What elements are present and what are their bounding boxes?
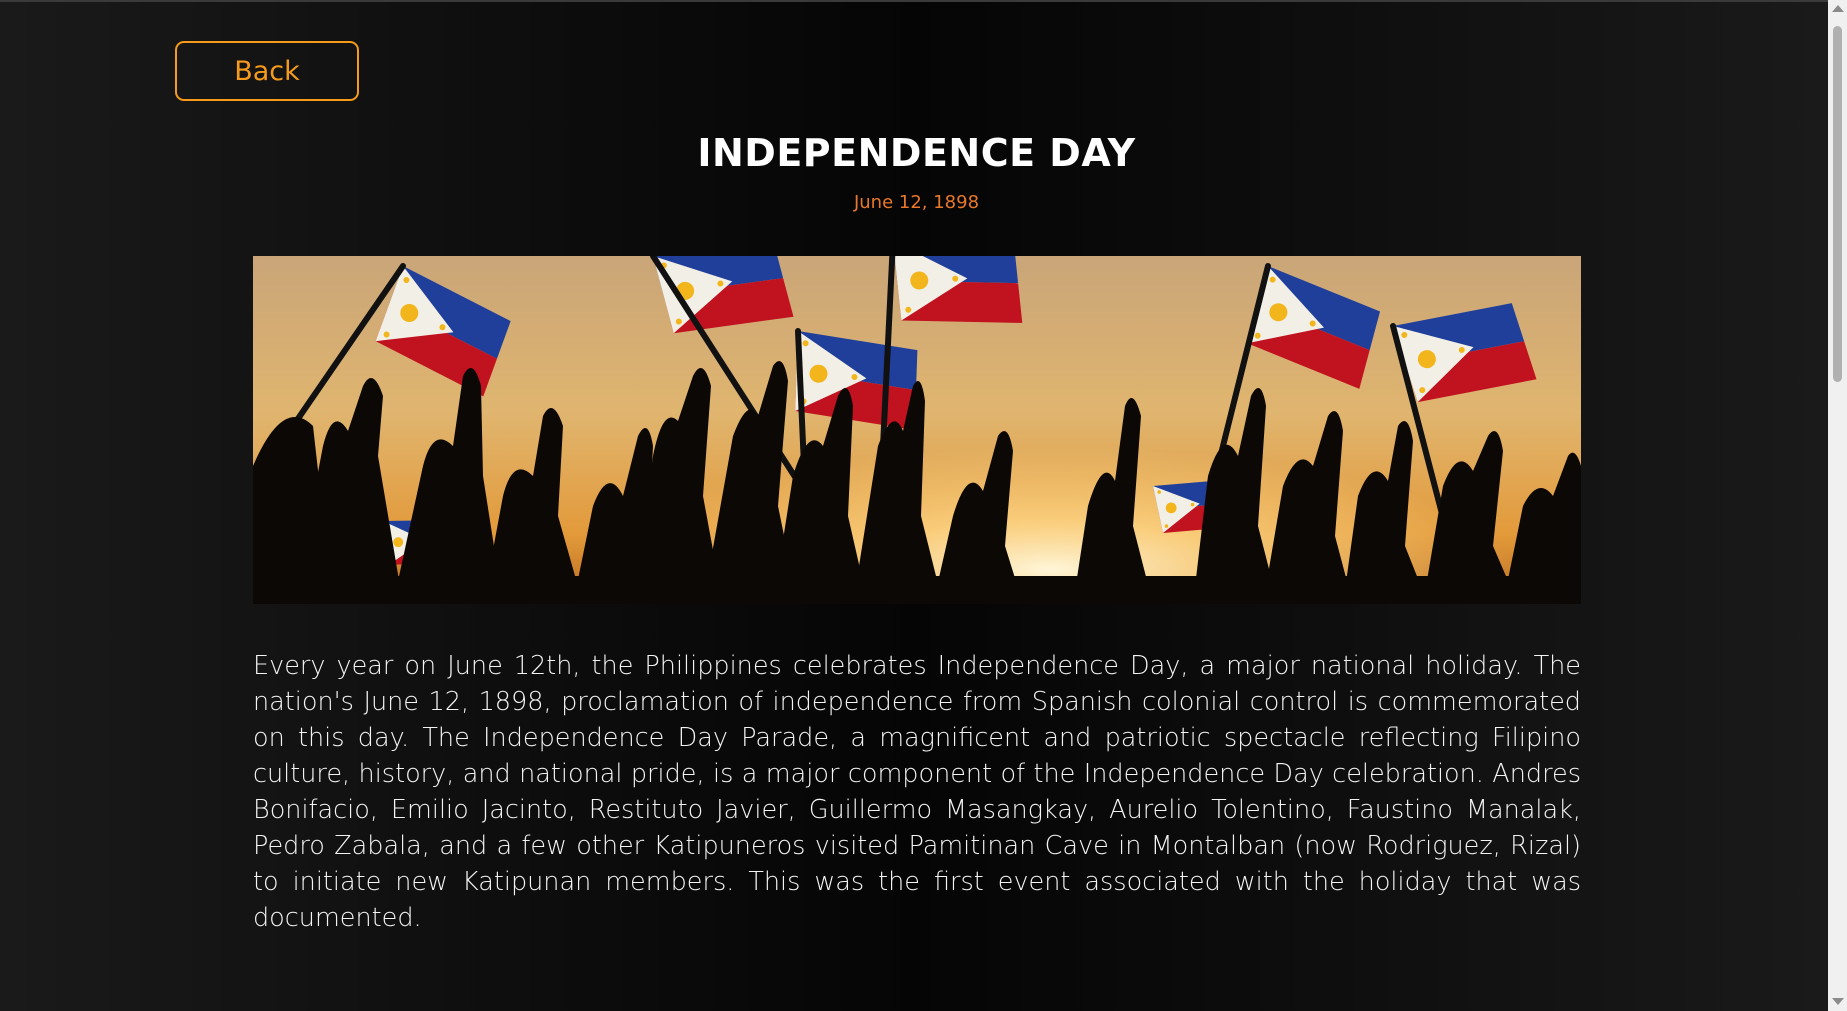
scroll-thumb[interactable]	[1833, 26, 1842, 382]
top-border	[0, 0, 1847, 2]
back-button[interactable]: Back	[175, 41, 359, 101]
article-body: Every year on June 12th, the Philippines…	[253, 651, 1581, 933]
scroll-down-arrow-icon[interactable]	[1832, 998, 1844, 1005]
page-date: June 12, 1898	[853, 192, 980, 213]
vertical-scrollbar[interactable]	[1828, 0, 1847, 1011]
page-title: INDEPENDENCE DAY	[697, 131, 1136, 175]
scroll-up-arrow-icon[interactable]	[1832, 5, 1844, 12]
hero-image	[253, 256, 1581, 604]
